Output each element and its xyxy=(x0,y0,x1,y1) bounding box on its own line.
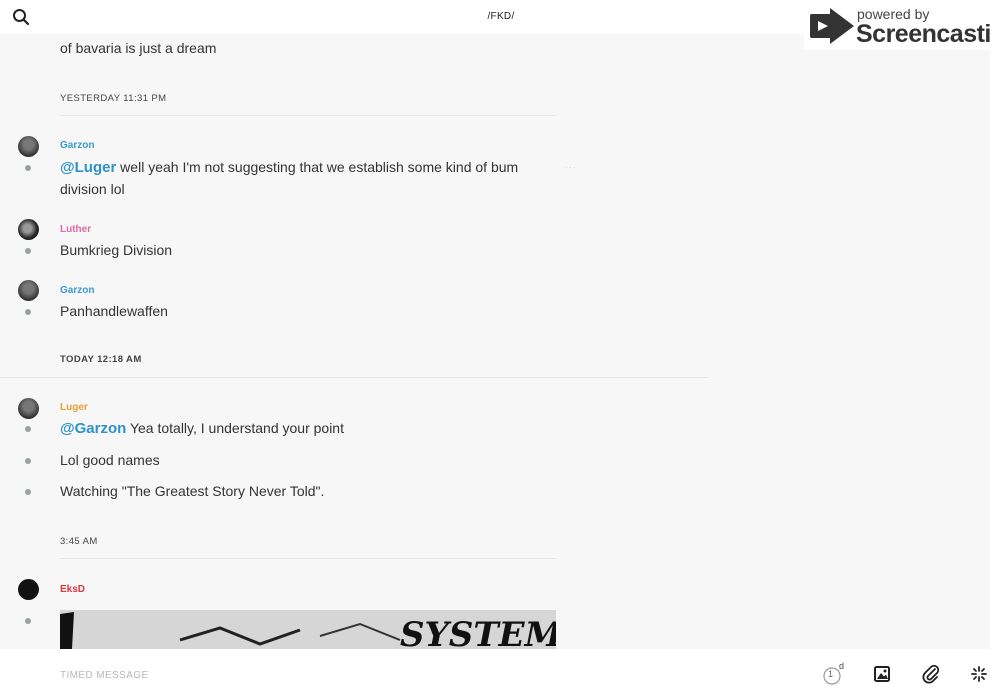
message-status-dot xyxy=(25,248,31,254)
message-status-dot xyxy=(25,458,31,464)
message-input[interactable] xyxy=(60,665,700,685)
message-text-continued: division lol xyxy=(60,181,125,197)
sparkle-icon xyxy=(971,666,987,682)
mention-link[interactable]: @Luger xyxy=(60,159,116,176)
timestamp-divider: YESTERDAY 11:31 PM xyxy=(60,93,167,104)
timer-unit: d xyxy=(839,661,845,671)
author-name[interactable]: Garzon xyxy=(60,140,94,151)
timer-button[interactable]: 1 d xyxy=(821,661,845,685)
message-status-dot xyxy=(25,165,31,171)
message-status-dot xyxy=(25,489,31,495)
paperclip-icon xyxy=(922,664,940,684)
divider-line xyxy=(0,377,708,378)
message-text: @Garzon Yea totally, I understand your p… xyxy=(60,420,344,437)
avatar[interactable] xyxy=(18,280,39,301)
message-text: Watching "The Greatest Story Never Told"… xyxy=(60,483,325,499)
image-text: SYSTEMS xyxy=(400,615,556,649)
message-status-dot xyxy=(25,309,31,315)
message-feed[interactable]: of bavaria is just a dream YESTERDAY 11:… xyxy=(0,34,990,649)
composer: 1 d xyxy=(0,649,990,700)
image-attachment[interactable]: SYSTEMS xyxy=(60,610,556,649)
timer-count: 1 xyxy=(828,669,834,679)
message-text: Bumkrieg Division xyxy=(60,242,173,258)
author-name[interactable]: Garzon xyxy=(60,285,94,296)
message-status-dot xyxy=(25,426,31,432)
attach-file-button[interactable] xyxy=(920,663,942,685)
avatar[interactable] xyxy=(18,219,39,240)
message-text: @Luger well yeah I'm not suggesting that… xyxy=(60,159,519,176)
avatar[interactable] xyxy=(18,398,39,419)
mention-link[interactable]: @Garzon xyxy=(60,420,126,437)
author-name[interactable]: Luger xyxy=(60,402,88,413)
author-name[interactable]: Luther xyxy=(60,224,91,235)
timestamp-divider: TODAY 12:18 AM xyxy=(60,354,142,365)
avatar[interactable] xyxy=(18,579,39,600)
divider-line xyxy=(60,558,556,559)
effects-button[interactable] xyxy=(968,663,990,685)
divider-line xyxy=(60,115,556,116)
author-name[interactable]: EksD xyxy=(60,584,85,595)
image-upload-button[interactable] xyxy=(871,663,893,685)
message-text: Lol good names xyxy=(60,452,160,468)
message-text: Panhandlewaffen xyxy=(60,303,168,319)
message-status-dot xyxy=(25,618,31,624)
message-text: of bavaria is just a dream xyxy=(60,40,217,56)
timestamp-divider: 3:45 AM xyxy=(60,536,98,547)
message-actions-hint[interactable]: ··· xyxy=(565,162,577,172)
image-icon xyxy=(874,666,890,682)
avatar[interactable] xyxy=(18,136,39,157)
